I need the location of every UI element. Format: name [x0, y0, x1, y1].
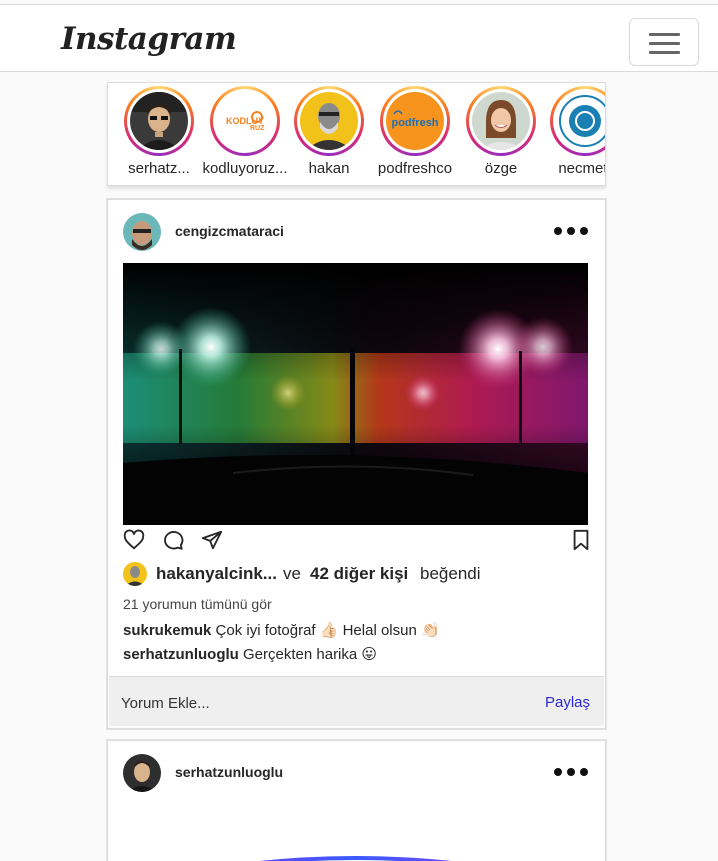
story-name: kodluyoruz... — [202, 160, 288, 177]
story-item[interactable]: podfresh podfreshco — [368, 83, 452, 183]
post-image[interactable] — [123, 263, 588, 525]
comment-username[interactable]: serhatzunluoglu — [123, 646, 239, 663]
avatar[interactable] — [123, 213, 161, 251]
story-item[interactable]: necmett — [538, 83, 605, 183]
bookmark-icon[interactable] — [570, 529, 592, 551]
avatar — [556, 92, 605, 150]
story-ring: podfresh — [380, 86, 450, 156]
comment-username[interactable]: sukrukemuk — [123, 622, 211, 639]
heart-icon[interactable] — [123, 529, 145, 551]
story-name: hakan — [308, 160, 350, 177]
avatar: podfresh — [386, 92, 444, 150]
view-all-comments-link[interactable]: 21 yorumun tümünü gör — [123, 596, 272, 612]
comment-text: Gerçekten harika 😛 — [243, 646, 378, 663]
liked-others[interactable]: 42 diğer kişi — [310, 564, 408, 583]
likes-row: hakanyalcink... ve 42 diğer kişi beğendi — [123, 562, 593, 586]
more-options-icon[interactable] — [551, 224, 591, 240]
instagram-logo[interactable]: Instagram — [61, 21, 237, 57]
story-item[interactable]: serhatz... — [112, 83, 194, 183]
add-comment-input[interactable] — [121, 692, 501, 714]
add-comment-bar: Paylaş — [109, 676, 604, 726]
comment-item: sukrukemuk Çok iyi fotoğraf 👍🏻 Helal ols… — [123, 621, 440, 639]
navbar: Instagram — [0, 4, 718, 72]
story-item[interactable]: KODLUY RUZ kodluyoruz... — [198, 83, 288, 183]
liked-connector: ve — [283, 564, 301, 583]
story-name: serhatz... — [128, 160, 190, 177]
comment-icon[interactable] — [162, 529, 184, 551]
story-ring: KODLUY RUZ — [210, 86, 280, 156]
more-options-icon[interactable] — [551, 765, 591, 781]
story-ring — [466, 86, 536, 156]
story-name: özge — [484, 160, 518, 177]
liked-by-user[interactable]: hakanyalcink... — [156, 564, 277, 583]
comment-text: Çok iyi fotoğraf 👍🏻 Helal olsun 👏🏻 — [215, 622, 440, 639]
share-button[interactable]: Paylaş — [545, 694, 590, 711]
kodluyoruz-logo-line2: RUZ — [250, 125, 265, 132]
avatar — [300, 92, 358, 150]
podfresh-logo-text: podfresh — [391, 117, 438, 129]
post-image[interactable] — [123, 804, 588, 861]
stories-bar[interactable]: serhatz... KODLUY RUZ kodluyoruz... hakan… — [107, 82, 606, 186]
avatar — [472, 92, 530, 150]
story-item[interactable]: hakan — [282, 83, 364, 183]
avatar[interactable] — [123, 754, 161, 792]
post-card: serhatzunluoglu — [107, 740, 606, 861]
post-username[interactable]: serhatzunluoglu — [175, 764, 283, 780]
liked-suffix: beğendi — [420, 564, 481, 583]
comment-item: serhatzunluoglu Gerçekten harika 😛 — [123, 645, 377, 663]
story-ring — [550, 86, 605, 156]
story-ring — [124, 86, 194, 156]
post-username[interactable]: cengizcmataraci — [175, 223, 284, 239]
story-item[interactable]: özge — [454, 83, 536, 183]
avatar: KODLUY RUZ — [216, 92, 274, 150]
send-icon[interactable] — [201, 529, 223, 551]
story-name: necmett — [558, 160, 605, 177]
avatar[interactable] — [123, 562, 147, 586]
post-card: cengizcmataraci hakanyalcink... ve 42 di… — [107, 199, 606, 729]
hamburger-menu-button[interactable] — [629, 18, 699, 66]
story-name: podfreshco — [377, 160, 453, 177]
story-ring — [294, 86, 364, 156]
avatar — [130, 92, 188, 150]
